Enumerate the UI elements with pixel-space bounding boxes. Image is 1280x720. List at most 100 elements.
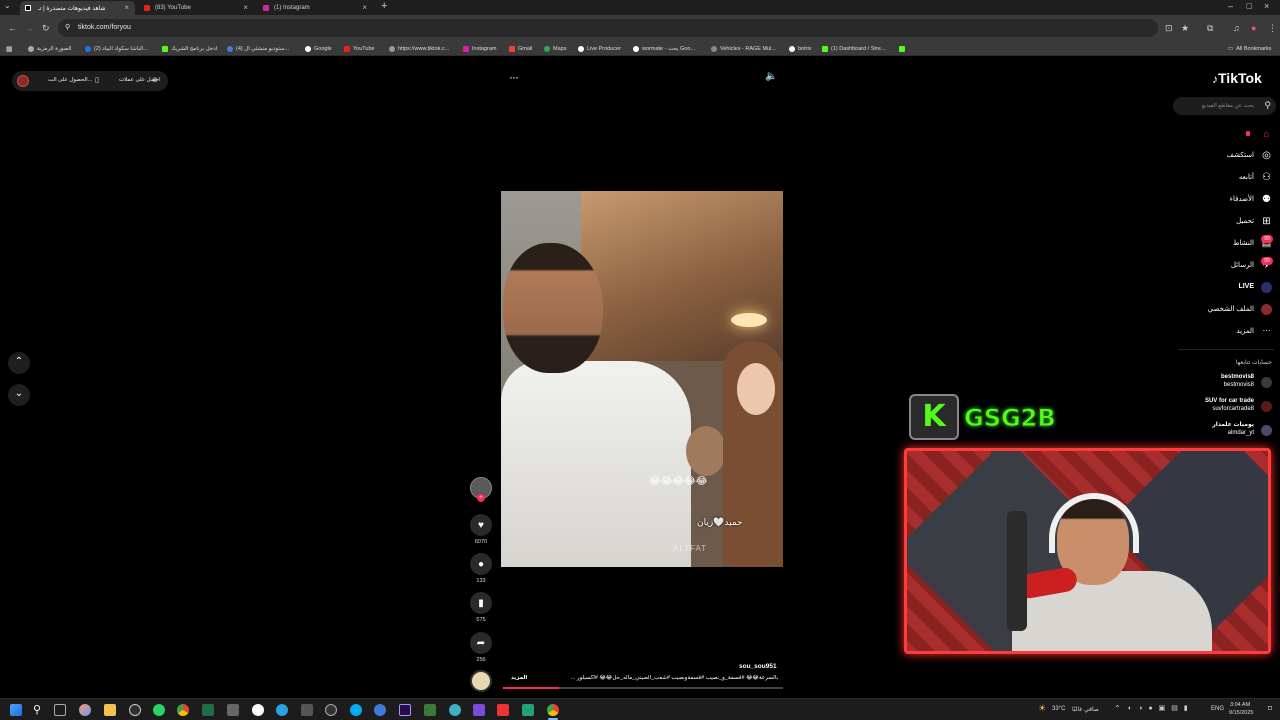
bookmark-item[interactable]: Live Producer [578, 44, 621, 54]
bookmark-item[interactable]: Vehicles - RAGE Mul... [711, 44, 776, 54]
whatsapp-icon[interactable] [153, 704, 165, 716]
bookmark-item[interactable]: (2) الباشا سكواد البياد... [85, 44, 148, 54]
bookmark-item[interactable]: Maps [544, 44, 566, 54]
following-account[interactable]: يوميات علمدار almdar_yt [1212, 421, 1254, 437]
profile-avatar-icon[interactable]: ● [1251, 23, 1256, 33]
share-icon[interactable]: ➦ [470, 632, 492, 654]
clock-time[interactable]: 3:04 AM [1230, 702, 1250, 708]
nav-item-activity[interactable]: النشاط [1233, 239, 1254, 247]
more-caption-link[interactable]: المزيد [511, 675, 527, 681]
media-controls-icon[interactable]: ♫ [1233, 23, 1240, 33]
tray-icons[interactable]: ◐◑●▣▤▮ [1128, 704, 1194, 712]
notification-icon[interactable]: ⌑ [1268, 704, 1272, 713]
weather-icon[interactable]: ☀ [1038, 703, 1046, 714]
like-button[interactable]: ♥ 6070 [470, 514, 492, 545]
app-icon[interactable] [252, 704, 264, 716]
language-indicator[interactable]: ENG [1211, 706, 1224, 712]
heart-icon[interactable]: ♥ [470, 514, 492, 536]
bookmark-item[interactable]: wormate - يحث Goo... [633, 44, 695, 54]
bookmark-item[interactable]: Google [305, 44, 332, 54]
app-icon[interactable] [227, 704, 239, 716]
tab-youtube[interactable]: (83) YouTube × [139, 1, 254, 15]
app-icon[interactable] [449, 704, 461, 716]
site-info-icon[interactable]: ⚲ [65, 19, 70, 37]
profile-icon[interactable] [1261, 304, 1272, 315]
previous-video-button[interactable]: ⌃ [8, 352, 30, 374]
back-icon[interactable]: ← [8, 23, 17, 33]
tab-tiktok[interactable]: شاهد فيديوهات متصدرة | تـ × [20, 1, 135, 15]
maximize-icon[interactable]: ▢ [1246, 2, 1253, 12]
more-options-icon[interactable]: ··· [509, 70, 519, 84]
avatar[interactable] [1261, 377, 1272, 388]
premiere-icon[interactable] [399, 704, 411, 716]
telegram-icon[interactable] [276, 704, 288, 716]
avatar[interactable] [17, 75, 29, 87]
music-disc[interactable] [470, 670, 492, 692]
nav-item-live[interactable]: LIVE [1238, 283, 1254, 290]
search-icon[interactable]: ⚲ [31, 704, 43, 716]
live-icon[interactable] [1261, 282, 1272, 293]
start-icon[interactable] [10, 704, 22, 716]
excel-icon[interactable] [202, 704, 214, 716]
bookmark-item[interactable]: (4) ستوديو منشئي ال... [227, 44, 289, 54]
app-icon[interactable] [497, 704, 509, 716]
share-button[interactable]: ➦ 256 [470, 632, 492, 663]
search-icon[interactable]: ⚲ [1264, 100, 1271, 111]
obs-icon[interactable] [129, 704, 141, 716]
nav-item-messages[interactable]: الرسائل [1231, 261, 1254, 269]
bookmark-item[interactable]: botrix [789, 44, 811, 54]
bookmark-item[interactable]: Gmail [509, 44, 532, 54]
video-progress-bar[interactable] [503, 687, 783, 689]
volume-icon[interactable]: 🔈 [765, 71, 777, 82]
bookmark-item[interactable]: YouTube [344, 44, 375, 54]
compass-icon[interactable]: ◎ [1261, 150, 1272, 161]
comment-button[interactable]: ● 133 [470, 553, 492, 584]
forward-icon[interactable]: → [25, 23, 34, 33]
app-icon[interactable] [473, 704, 485, 716]
skype-icon[interactable] [350, 704, 362, 716]
bookmark-item[interactable]: Instagram [463, 44, 496, 54]
comment-icon[interactable]: ● [470, 553, 492, 575]
kick-bookmark-icon[interactable] [899, 44, 908, 54]
close-tab-icon[interactable]: × [243, 3, 248, 12]
app-icon[interactable] [374, 704, 386, 716]
following-account[interactable]: SUV for car trade suvforcartrade8 [1205, 397, 1254, 413]
home-icon[interactable]: ⌂ [1261, 129, 1272, 140]
more-icon[interactable]: ⋯ [1261, 325, 1272, 336]
nav-item-explore[interactable]: استكشف [1227, 151, 1254, 159]
bookmark-item[interactable]: ادخل برنامج الشريك [162, 44, 217, 54]
save-button[interactable]: ▮ 575 [470, 592, 492, 623]
avatar[interactable] [1261, 425, 1272, 436]
friends-icon[interactable]: ⚉ [1261, 194, 1272, 205]
following-icon[interactable]: ⚇ [1261, 172, 1272, 183]
copilot-icon[interactable] [79, 704, 91, 716]
nav-item-more[interactable]: المزيد [1236, 327, 1254, 335]
tiktok-logo[interactable]: ♪TikTok [1212, 70, 1262, 86]
video-player[interactable]: 😂😂😂😂😂 حميد🤍زيان ALTFAT [501, 191, 783, 567]
following-account[interactable]: bestmovis8 bestmovis8 [1221, 373, 1254, 389]
tray-chevron-icon[interactable]: ⌃ [1114, 704, 1121, 713]
author-avatar[interactable]: + [470, 477, 492, 502]
clock-date[interactable]: 9/15/2025 [1229, 710, 1253, 716]
reload-icon[interactable]: ↻ [42, 23, 50, 33]
apps-icon[interactable]: ▦ [6, 44, 13, 54]
weather-temp[interactable]: 33°C [1052, 706, 1065, 712]
address-bar[interactable]: ⚲ tiktok.com/foryou [58, 19, 1158, 37]
bookmark-star-icon[interactable]: ★ [1181, 23, 1189, 33]
bookmark-item[interactable]: (1) Dashboard / Stre... [822, 44, 885, 54]
file-explorer-icon[interactable] [104, 704, 116, 716]
nav-item-friends[interactable]: الأصدقاء [1230, 195, 1254, 203]
app-icon[interactable] [424, 704, 436, 716]
nav-item-following[interactable]: أتابعه [1239, 173, 1254, 181]
nav-item-profile[interactable]: الملف الشخصي [1208, 305, 1254, 313]
minimize-icon[interactable]: – [1228, 1, 1233, 11]
tab-search-icon[interactable]: ⌄ [4, 1, 11, 11]
follow-plus-icon[interactable]: + [477, 494, 485, 502]
browser-menu-icon[interactable]: ⋮ [1268, 23, 1277, 33]
author-name[interactable]: sou_sou951 [739, 663, 777, 670]
bookmark-icon[interactable]: ▮ [470, 592, 492, 614]
avatar[interactable] [1261, 401, 1272, 412]
app-icon[interactable] [522, 704, 534, 716]
install-app-icon[interactable]: ⊡ [1165, 23, 1173, 33]
get-app-pill[interactable]: الحصول على الت... ▯ احصل على عملات ⊘ [12, 71, 168, 91]
